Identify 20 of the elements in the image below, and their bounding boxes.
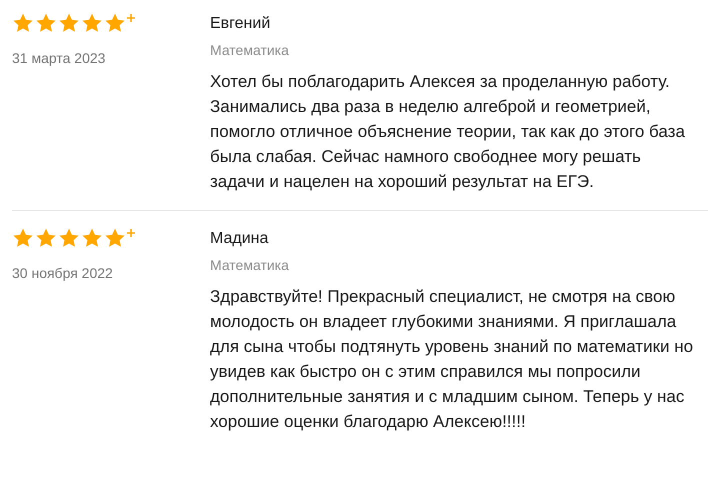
star-icon (58, 12, 80, 34)
review-text: Здравствуйте! Прекрасный специалист, не смотря на свою молодость он владеет глубокими знаниями. Я приглашала для сына чтобы подтянуть уровень знаний по математики но увидев как быстро он с этим справился мы попросили дополнительные занятия и с младшим сыном. Теперь у нас хорошие оценки благодарю Алексею!!!!! (210, 286, 694, 433)
star-icon (12, 227, 34, 249)
star-icon (81, 12, 103, 34)
star-icon (104, 227, 126, 249)
subject-label: Математика (210, 41, 290, 60)
star-icon (35, 12, 57, 34)
star-icon (104, 12, 126, 34)
star-icon (81, 227, 103, 249)
author-name: Евгений (210, 14, 272, 34)
review-date: 30 ноября 2022 (12, 264, 114, 283)
subject-label: Математика (210, 256, 290, 275)
review-date: 31 марта 2023 (12, 49, 106, 68)
author-name: Мадина (210, 229, 270, 249)
star-icon (58, 227, 80, 249)
star-icon (35, 227, 57, 249)
review-text: Хотел бы поблагодарить Алексея за проделанную работу. Занимались два раза в неделю алгеброй и геометрией, помогло отличное объяснение теории, так как до этого база была слабая. Сейчас намного свободнее могу решать задачи и нацелен на хороший результат на ЕГЭ. (210, 71, 686, 193)
star-icon (12, 12, 34, 34)
sparkle-icon (127, 14, 135, 22)
sparkle-icon (127, 229, 135, 237)
